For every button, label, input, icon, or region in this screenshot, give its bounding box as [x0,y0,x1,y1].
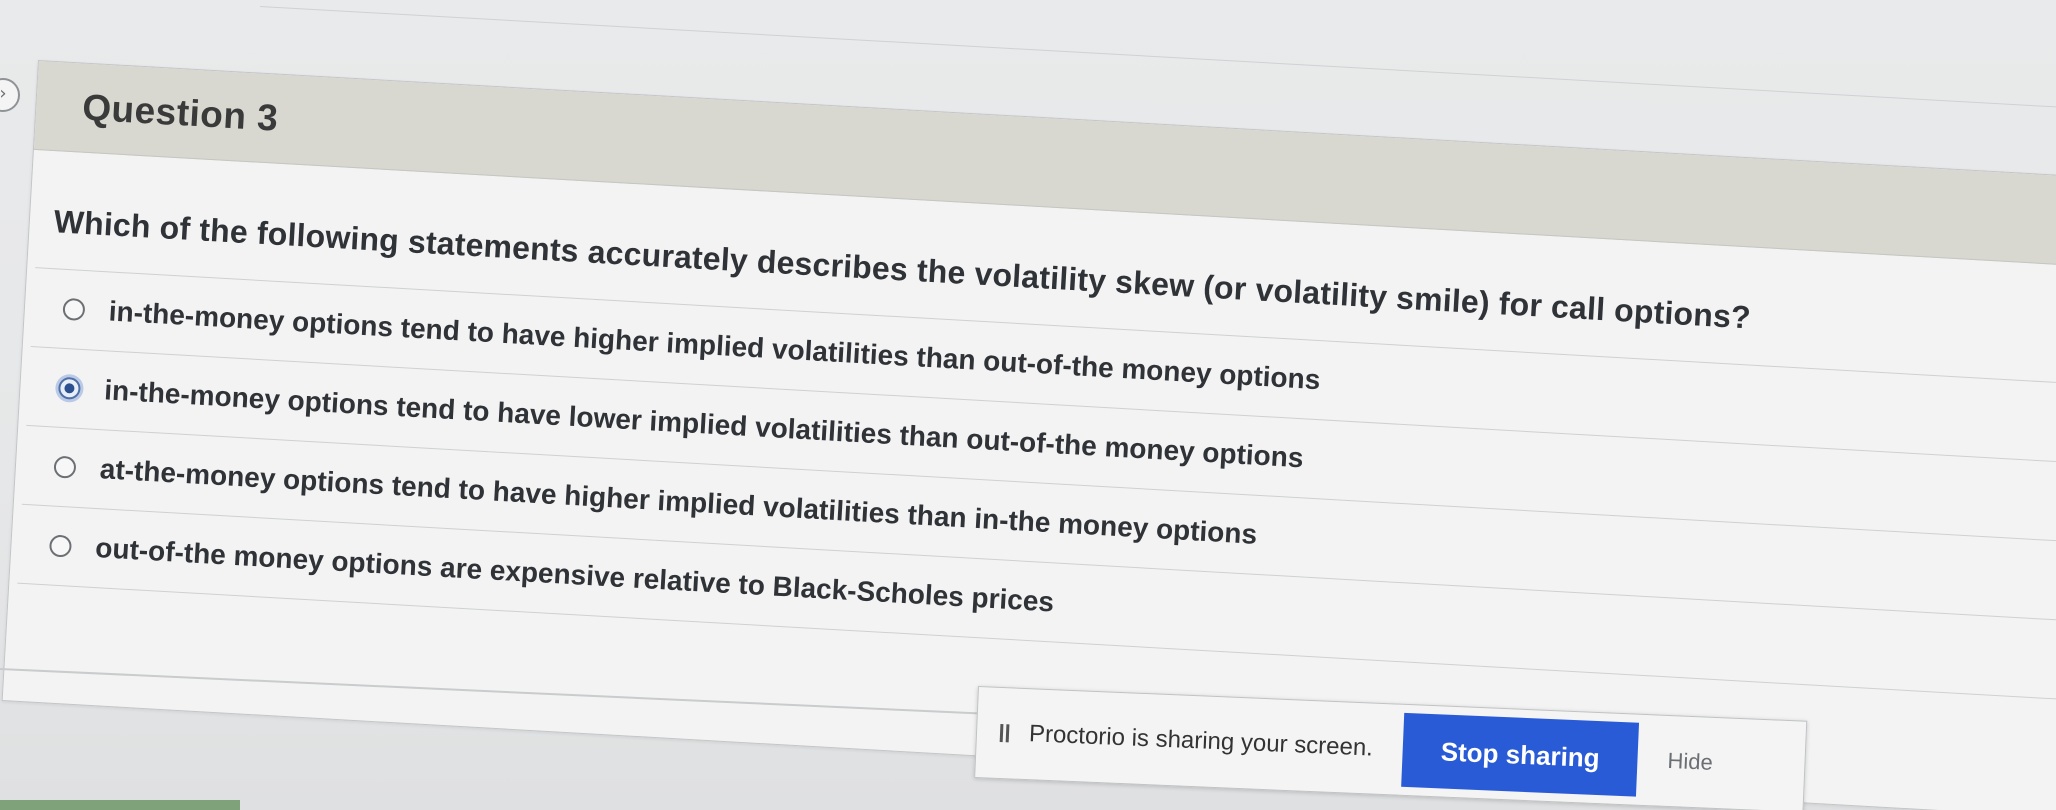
exam-screen: › Question 3 Which of the following stat… [0,0,2056,810]
taskbar-edge [0,800,240,810]
screen-share-message: Proctorio is sharing your screen. [1028,720,1374,762]
stop-sharing-button[interactable]: Stop sharing [1401,712,1640,797]
radio-button-unselected[interactable] [48,534,73,558]
hide-notification-link[interactable]: Hide [1667,748,1713,776]
radio-button-selected[interactable] [57,376,82,400]
pause-icon[interactable] [999,724,1012,742]
radio-button-unselected[interactable] [62,297,86,322]
question-title: Question 3 [81,86,280,139]
chevron-right-icon[interactable]: › [0,78,20,112]
radio-button-unselected[interactable] [53,455,77,479]
